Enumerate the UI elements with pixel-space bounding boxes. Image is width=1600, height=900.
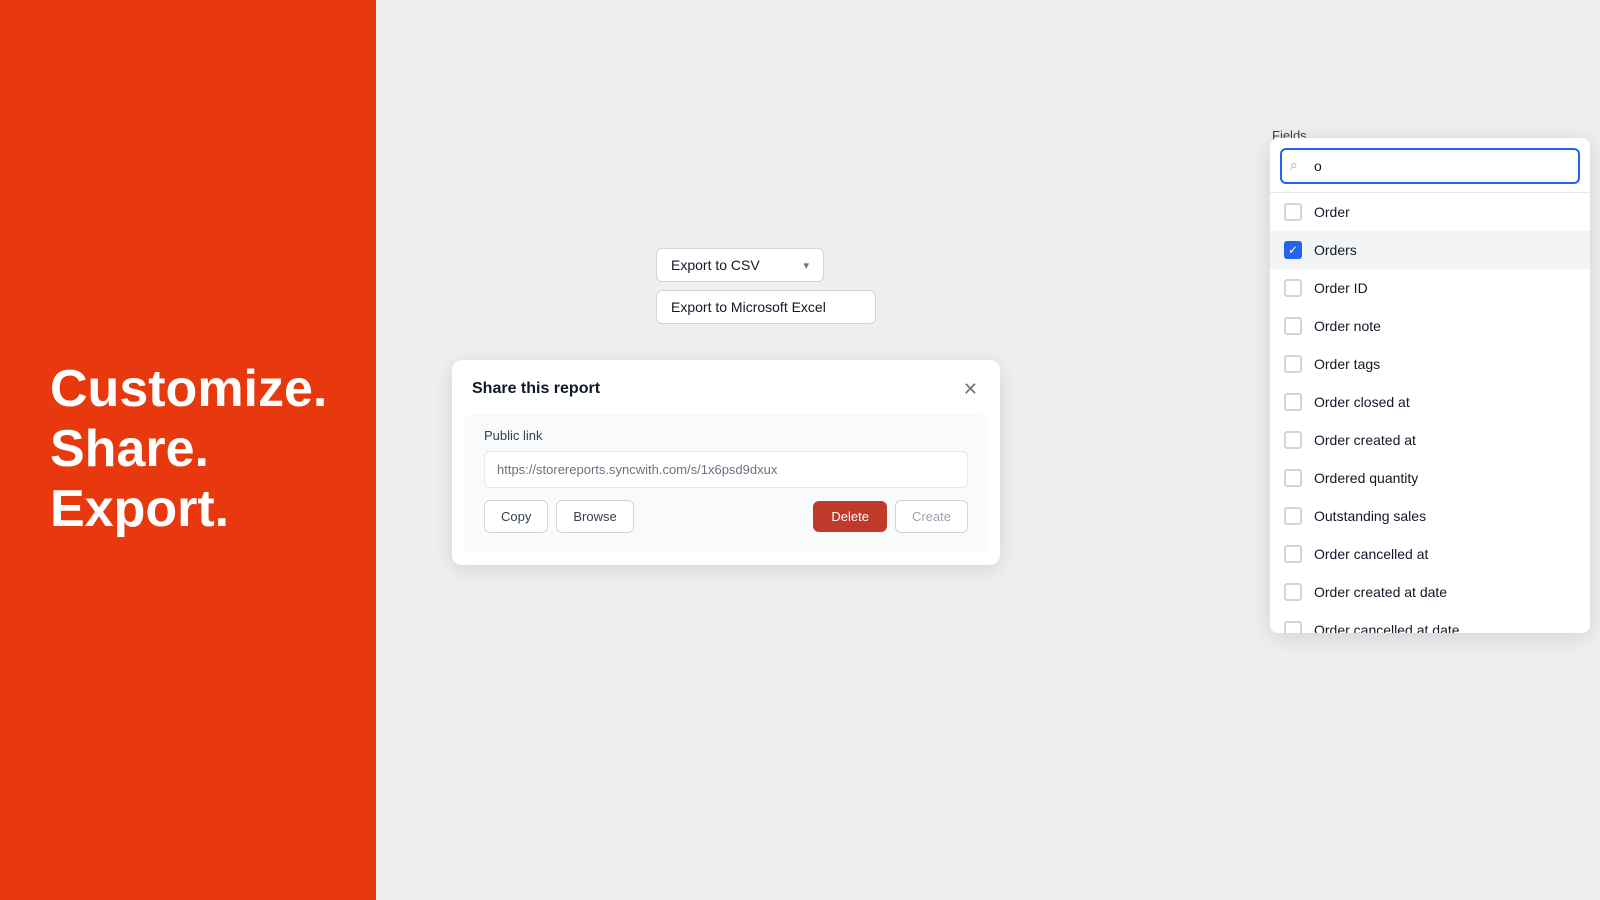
- hero-text: Customize. Share. Export.: [50, 360, 327, 539]
- fields-search-wrapper: ⌕: [1270, 138, 1590, 193]
- field-label-order: Order: [1314, 204, 1350, 220]
- field-label-orders: Orders: [1314, 242, 1357, 258]
- copy-button[interactable]: Copy: [484, 500, 548, 533]
- field-checkbox-orders: ✓: [1284, 241, 1302, 259]
- share-modal-header: Share this report ✕: [452, 360, 1000, 414]
- share-modal-title: Share this report: [472, 380, 600, 398]
- fields-search-input[interactable]: [1280, 148, 1580, 184]
- fields-panel: ⌕ Order ✓ Orders Order ID Order note Order ta…: [1270, 138, 1590, 633]
- field-item-order-cancelled-at[interactable]: Order cancelled at: [1270, 535, 1590, 573]
- right-panel: Fields Export to CSV ▾ Export to Microso…: [376, 0, 1600, 900]
- export-csv-label: Export to CSV: [671, 257, 760, 273]
- share-modal-body: Public link Copy Browse Delete Create: [464, 414, 988, 553]
- field-checkbox-ordered-quantity: [1284, 469, 1302, 487]
- share-actions: Copy Browse Delete Create: [484, 500, 968, 533]
- hero-line1: Customize.: [50, 360, 327, 420]
- field-label-ordered-quantity: Ordered quantity: [1314, 470, 1418, 486]
- field-label-outstanding-sales: Outstanding sales: [1314, 508, 1426, 524]
- field-label-order-created-at: Order created at: [1314, 432, 1416, 448]
- field-item-outstanding-sales[interactable]: Outstanding sales: [1270, 497, 1590, 535]
- field-checkbox-order-tags: [1284, 355, 1302, 373]
- public-link-label: Public link: [484, 414, 968, 451]
- delete-button[interactable]: Delete: [813, 501, 887, 532]
- field-label-order-note: Order note: [1314, 318, 1381, 334]
- field-checkbox-order-created-at: [1284, 431, 1302, 449]
- field-item-ordered-quantity[interactable]: Ordered quantity: [1270, 459, 1590, 497]
- chevron-down-icon: ▾: [803, 259, 809, 272]
- fields-list: Order ✓ Orders Order ID Order note Order tags…: [1270, 193, 1590, 633]
- export-excel-button[interactable]: Export to Microsoft Excel: [656, 290, 876, 324]
- close-modal-button[interactable]: ✕: [961, 378, 980, 400]
- public-link-input[interactable]: [484, 451, 968, 488]
- field-label-order-created-at-date: Order created at date: [1314, 584, 1447, 600]
- field-checkbox-order-closed-at: [1284, 393, 1302, 411]
- field-checkbox-outstanding-sales: [1284, 507, 1302, 525]
- field-item-order-note[interactable]: Order note: [1270, 307, 1590, 345]
- hero-line3: Export.: [50, 480, 327, 540]
- field-item-orders[interactable]: ✓ Orders: [1270, 231, 1590, 269]
- field-checkbox-order-note: [1284, 317, 1302, 335]
- field-item-order-created-at-date[interactable]: Order created at date: [1270, 573, 1590, 611]
- create-button[interactable]: Create: [895, 500, 968, 533]
- field-label-order-cancelled-at: Order cancelled at: [1314, 546, 1428, 562]
- export-area: Export to CSV ▾ Export to Microsoft Exce…: [656, 248, 876, 324]
- export-csv-button[interactable]: Export to CSV ▾: [656, 248, 824, 282]
- field-checkbox-order: [1284, 203, 1302, 221]
- field-item-order-cancelled-at-date[interactable]: Order cancelled at date: [1270, 611, 1590, 633]
- field-label-order-closed-at: Order closed at: [1314, 394, 1410, 410]
- field-item-order-closed-at[interactable]: Order closed at: [1270, 383, 1590, 421]
- field-label-order-id: Order ID: [1314, 280, 1368, 296]
- field-item-order-tags[interactable]: Order tags: [1270, 345, 1590, 383]
- hero-line2: Share.: [50, 420, 327, 480]
- field-checkbox-order-id: [1284, 279, 1302, 297]
- field-item-order-created-at[interactable]: Order created at: [1270, 421, 1590, 459]
- field-item-order-id[interactable]: Order ID: [1270, 269, 1590, 307]
- field-checkbox-order-created-at-date: [1284, 583, 1302, 601]
- export-excel-label: Export to Microsoft Excel: [671, 299, 826, 315]
- browse-button[interactable]: Browse: [556, 500, 633, 533]
- field-label-order-cancelled-at-date: Order cancelled at date: [1314, 622, 1460, 633]
- left-panel: Customize. Share. Export.: [0, 0, 376, 900]
- field-checkbox-order-cancelled-at: [1284, 545, 1302, 563]
- field-item-order[interactable]: Order: [1270, 193, 1590, 231]
- field-label-order-tags: Order tags: [1314, 356, 1380, 372]
- close-icon: ✕: [963, 379, 978, 399]
- field-checkbox-order-cancelled-at-date: [1284, 621, 1302, 633]
- search-icon: ⌕: [1290, 157, 1298, 174]
- share-modal: Share this report ✕ Public link Copy Bro…: [452, 360, 1000, 565]
